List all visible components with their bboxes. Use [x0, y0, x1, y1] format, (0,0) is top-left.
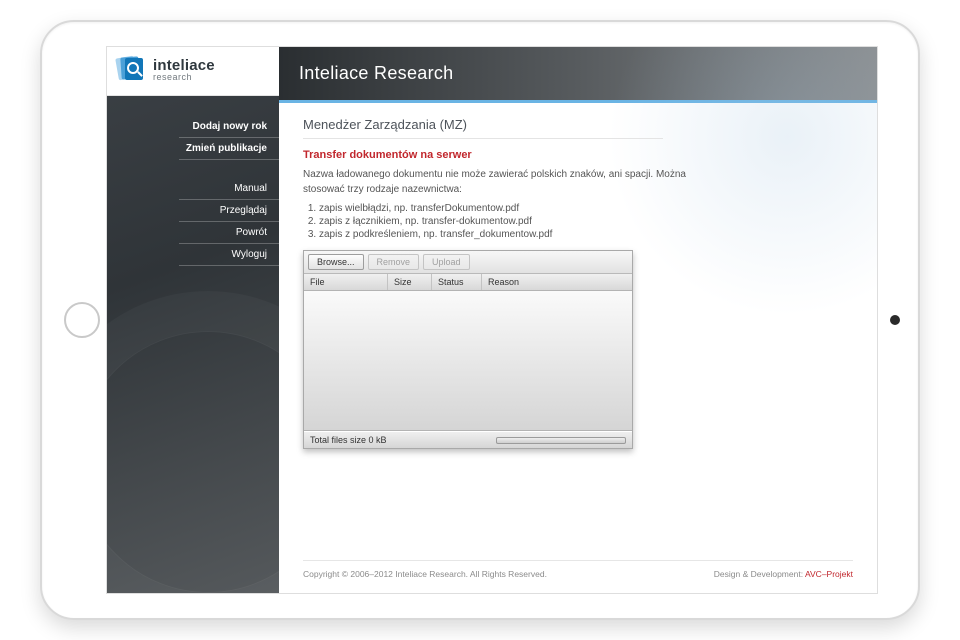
file-uploader: Browse... Remove Upload File Size Status… [303, 250, 633, 449]
col-status[interactable]: Status [432, 274, 482, 290]
main-area: Inteliace Research Menedżer Zarządzania … [279, 47, 877, 593]
status-text: Total files size 0 kB [310, 435, 387, 445]
col-size[interactable]: Size [388, 274, 432, 290]
col-file[interactable]: File [304, 274, 388, 290]
brand-sub: research [153, 73, 215, 82]
browse-button[interactable]: Browse... [308, 254, 364, 270]
remove-button[interactable]: Remove [368, 254, 420, 270]
content: Menedżer Zarządzania (MZ) Transfer dokum… [279, 103, 877, 544]
naming-rules-list: zapis wielbłądzi, np. transferDokumentow… [303, 203, 853, 240]
rule-item: zapis wielbłądzi, np. transferDokumentow… [319, 203, 853, 214]
nav-change-pub[interactable]: Zmień publikacje [179, 138, 279, 160]
nav-logout[interactable]: Wyloguj [179, 244, 279, 266]
uploader-grid-body[interactable] [304, 291, 632, 431]
rule-item: zapis z łącznikiem, np. transfer-dokumen… [319, 216, 853, 227]
col-reason[interactable]: Reason [482, 274, 632, 290]
uploader-columns: File Size Status Reason [304, 274, 632, 291]
brand-name: inteliace [153, 58, 215, 73]
nav-add-year[interactable]: Dodaj nowy rok [179, 116, 279, 138]
dev-link[interactable]: AVC–Projekt [805, 569, 853, 579]
nav-back[interactable]: Powrót [179, 222, 279, 244]
dev-credit: Design & Development: AVC–Projekt [714, 569, 853, 579]
header-title: Inteliace Research [299, 63, 453, 84]
nav-manual[interactable]: Manual [179, 178, 279, 200]
sidebar: inteliace research Dodaj nowy rok Zmień … [107, 47, 279, 593]
page-header: Inteliace Research [279, 47, 877, 103]
brand-logo[interactable]: inteliace research [107, 47, 279, 96]
nav-browse[interactable]: Przeglądaj [179, 200, 279, 222]
sidebar-nav: Dodaj nowy rok Zmień publikacje Manual P… [107, 96, 279, 266]
section-description: Nazwa ładowanego dokumentu nie może zawi… [303, 167, 723, 197]
app-screen: inteliace research Dodaj nowy rok Zmień … [106, 46, 878, 594]
copyright-text: Copyright © 2006–2012 Inteliace Research… [303, 569, 547, 579]
uploader-toolbar: Browse... Remove Upload [304, 251, 632, 274]
page-title: Menedżer Zarządzania (MZ) [303, 117, 663, 139]
logo-icon [117, 55, 147, 85]
page-footer: Copyright © 2006–2012 Inteliace Research… [303, 560, 853, 593]
upload-button[interactable]: Upload [423, 254, 470, 270]
scrollbar-horizontal[interactable] [496, 437, 626, 444]
rule-item: zapis z podkreśleniem, np. transfer_doku… [319, 229, 853, 240]
uploader-statusbar: Total files size 0 kB [304, 431, 632, 448]
tablet-home-button[interactable] [64, 302, 100, 338]
section-title: Transfer dokumentów na serwer [303, 149, 853, 161]
tablet-frame: inteliace research Dodaj nowy rok Zmień … [40, 20, 920, 620]
tablet-camera [890, 315, 900, 325]
